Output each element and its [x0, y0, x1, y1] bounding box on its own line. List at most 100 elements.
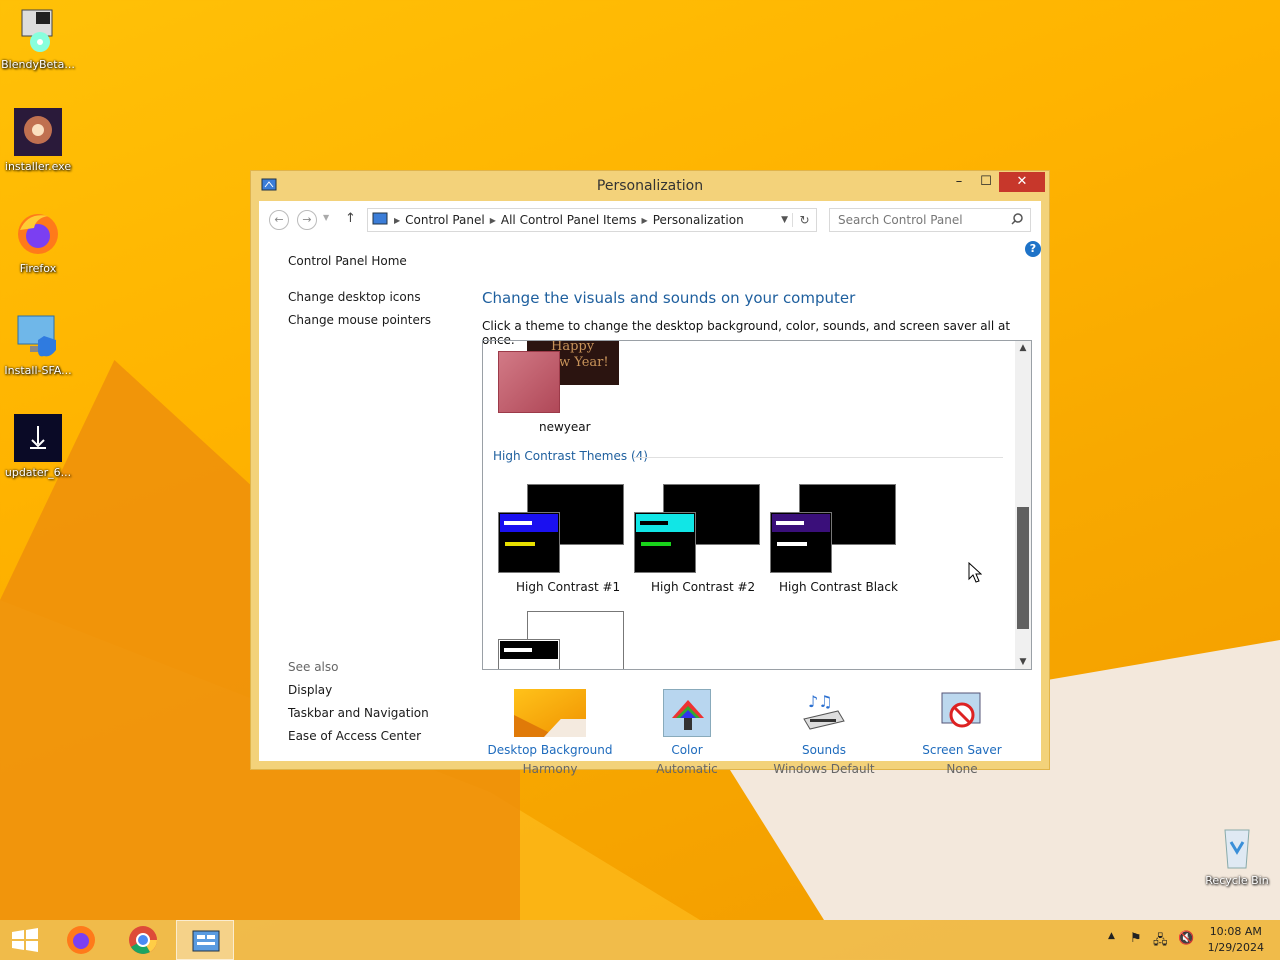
start-button[interactable]: [0, 920, 58, 960]
mouse-cursor-icon: [968, 561, 983, 587]
taskbar-firefox[interactable]: [52, 920, 110, 960]
display-link[interactable]: Display: [288, 683, 332, 697]
theme-high-contrast-2[interactable]: High Contrast #2: [634, 484, 764, 599]
desktop-icon-updater[interactable]: updater_6...: [0, 414, 76, 479]
volume-muted-icon[interactable]: 🔇: [1178, 931, 1194, 946]
setting-label: Color: [671, 743, 703, 757]
desktop-background-setting[interactable]: Desktop Background Harmony: [485, 689, 615, 776]
taskbar-control-panel[interactable]: [176, 920, 234, 960]
desktop-icon-recycle-bin[interactable]: Recycle Bin: [1199, 822, 1275, 887]
setting-value: Windows Default: [773, 762, 875, 776]
firefox-icon: [67, 926, 95, 954]
chrome-icon: [129, 926, 157, 954]
windows-logo-icon: [12, 928, 38, 952]
help-icon[interactable]: ?: [1025, 241, 1041, 257]
desktop-icon-label: installer.exe: [4, 160, 72, 173]
window-content: ← → ▼ ↑ ▶ Control Panel ▶ All Control Pa…: [259, 201, 1041, 776]
scroll-up-icon[interactable]: ▲: [1015, 343, 1031, 353]
forward-button[interactable]: →: [297, 210, 317, 230]
firefox-icon: [14, 210, 62, 258]
theme-preview: [770, 512, 832, 573]
chevron-down-icon[interactable]: ▼: [781, 215, 792, 225]
control-panel-icon: [372, 212, 388, 229]
app-icon: [14, 108, 62, 156]
action-center-flag-icon[interactable]: ⚑: [1130, 931, 1142, 946]
theme-high-contrast-1[interactable]: High Contrast #1: [498, 484, 628, 599]
search-icon[interactable]: [1011, 213, 1023, 228]
desktop-background-thumbnail: [514, 689, 586, 737]
setting-value: Automatic: [656, 762, 718, 776]
setting-label: Sounds: [801, 743, 847, 757]
close-button[interactable]: ✕: [999, 172, 1045, 192]
title-bar[interactable]: Personalization – ☐ ✕: [251, 171, 1049, 201]
breadcrumb[interactable]: ▶ Control Panel ▶ All Control Panel Item…: [367, 208, 817, 232]
ease-of-access-link[interactable]: Ease of Access Center: [288, 729, 421, 743]
personalization-window: Personalization – ☐ ✕ ← → ▼ ↑ ▶ Control …: [250, 170, 1050, 776]
network-icon[interactable]: 🖧: [1153, 931, 1168, 953]
maximize-button[interactable]: ☐: [971, 172, 1001, 192]
scroll-down-icon[interactable]: ▼: [1015, 657, 1031, 667]
search-input[interactable]: Search Control Panel: [829, 208, 1031, 232]
address-bar: ← → ▼ ↑ ▶ Control Panel ▶ All Control Pa…: [259, 201, 1041, 241]
chevron-right-icon: ▶: [641, 215, 648, 225]
minimize-button[interactable]: –: [944, 172, 974, 192]
see-also-heading: See also: [288, 660, 339, 674]
theme-color-swatch: [498, 351, 560, 413]
sounds-icon: ♪♫: [800, 689, 848, 737]
desktop-icon-installer[interactable]: installer.exe: [0, 108, 76, 173]
up-button[interactable]: ↑: [345, 211, 356, 226]
setting-value: Harmony: [522, 762, 578, 776]
recent-pages-chevron-icon[interactable]: ▼: [323, 213, 329, 222]
theme-preview: [498, 639, 560, 669]
theme-label: newyear: [539, 420, 591, 434]
sounds-setting[interactable]: ♪♫ Sounds Windows Default: [759, 689, 889, 776]
desktop-icon-install-sfa[interactable]: Install-SFA...: [0, 312, 76, 377]
control-panel-home-link[interactable]: Control Panel Home: [288, 254, 407, 268]
back-button[interactable]: ←: [269, 210, 289, 230]
desktop-icon-label: updater_6...: [4, 466, 72, 479]
scrollbar-thumb[interactable]: [1017, 507, 1029, 629]
breadcrumb-item[interactable]: Personalization: [653, 213, 744, 227]
desktop-icon-label: Recycle Bin: [1205, 874, 1269, 887]
installer-icon: [14, 6, 62, 54]
desktop-icon-label: Firefox: [19, 262, 57, 275]
breadcrumb-item[interactable]: All Control Panel Items: [501, 213, 637, 227]
desktop-icon-label: BlendyBeta...: [1, 58, 75, 71]
clock-time: 10:08 AM: [1209, 925, 1262, 938]
control-panel-icon: [192, 930, 220, 952]
taskbar-chrome[interactable]: [114, 920, 172, 960]
desktop-icon-firefox[interactable]: Firefox: [0, 210, 76, 275]
recycle-bin-icon: [1213, 822, 1261, 870]
color-setting[interactable]: Color Automatic: [622, 689, 752, 776]
preview-text: w Year!: [559, 355, 609, 370]
screen-saver-icon: [938, 689, 986, 737]
theme-newyear[interactable]: Happy w Year! newyear: [497, 341, 627, 437]
taskbar: ▲ ⚑ 🖧 🔇 10:08 AM 1/29/2024: [0, 920, 1280, 960]
show-hidden-icons-icon[interactable]: ▲: [1108, 931, 1115, 941]
svg-text:♪♫: ♪♫: [808, 692, 833, 711]
chevron-right-icon: ▶: [394, 215, 401, 225]
theme-list-scrollbar[interactable]: ▲ ▼: [1015, 341, 1031, 669]
screen-saver-setting[interactable]: Screen Saver None: [897, 689, 1027, 776]
change-desktop-icons-link[interactable]: Change desktop icons: [288, 290, 421, 304]
theme-list: Happy w Year! newyear High Contrast Them…: [482, 340, 1032, 670]
chevron-right-icon: ▶: [489, 215, 496, 225]
theme-high-contrast-black[interactable]: High Contrast Black: [770, 484, 900, 599]
window-title: Personalization: [596, 178, 704, 194]
desktop-icon-blendybeta[interactable]: BlendyBeta...: [0, 6, 76, 71]
page-title: Change the visuals and sounds on your co…: [482, 289, 856, 307]
change-mouse-pointers-link[interactable]: Change mouse pointers: [288, 313, 431, 327]
theme-label: High Contrast Black: [779, 580, 898, 594]
clock[interactable]: 10:08 AM 1/29/2024: [1208, 924, 1264, 956]
refresh-icon[interactable]: ↻: [792, 213, 816, 227]
group-heading: High Contrast Themes (4): [493, 449, 648, 463]
desktop-icon-label: Install-SFA...: [4, 364, 72, 377]
theme-high-contrast-white[interactable]: [498, 611, 628, 669]
color-palette-icon: [663, 689, 711, 737]
theme-preview: [634, 512, 696, 573]
divider: [633, 457, 1003, 458]
breadcrumb-item[interactable]: Control Panel: [405, 213, 485, 227]
taskbar-navigation-link[interactable]: Taskbar and Navigation: [288, 706, 429, 720]
updater-icon: [14, 414, 62, 462]
setting-value: None: [946, 762, 978, 776]
